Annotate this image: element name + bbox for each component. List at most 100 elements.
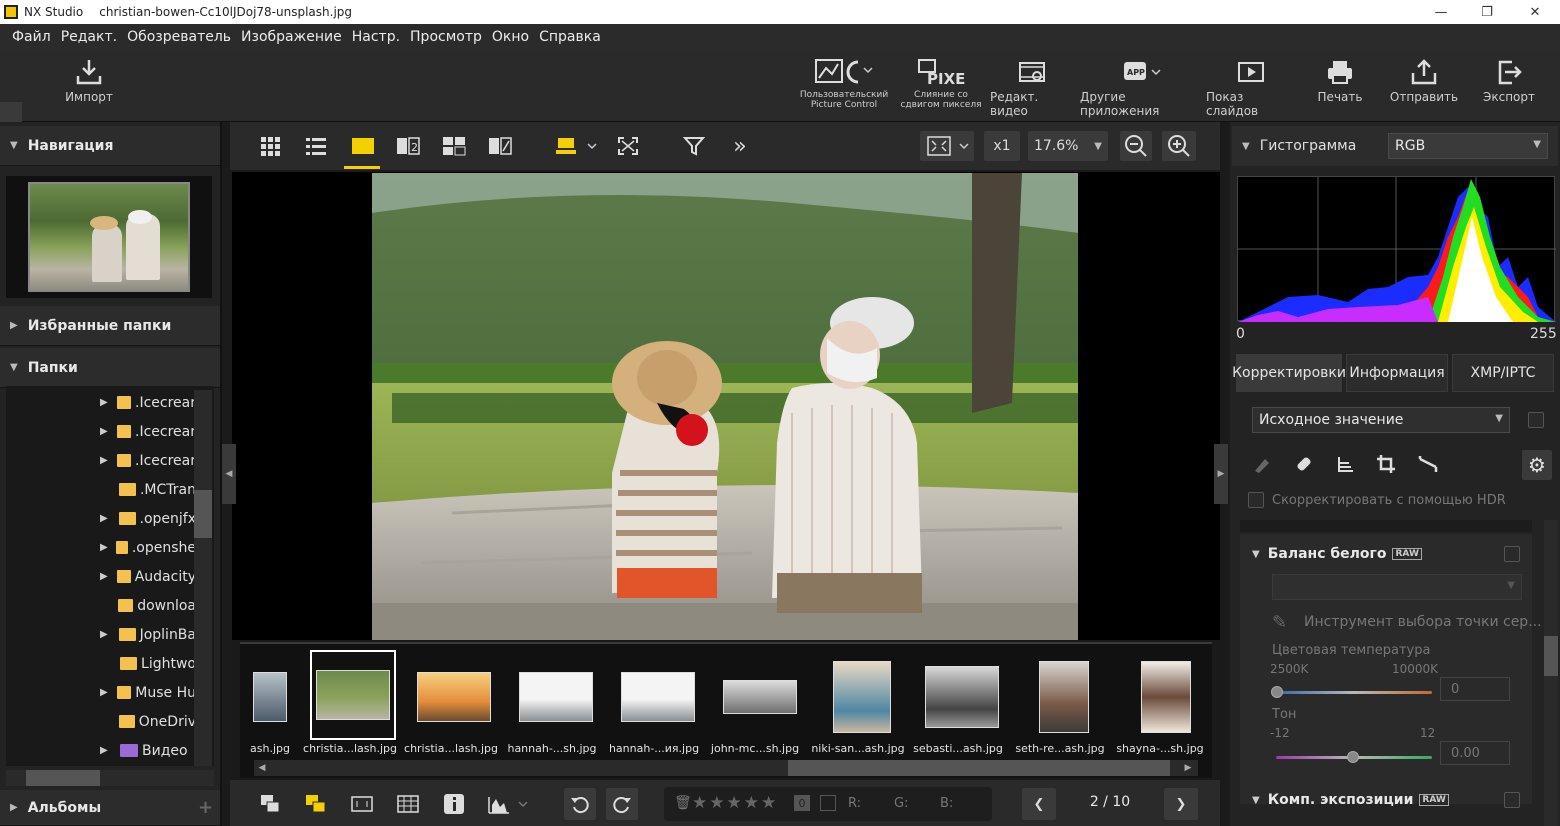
color-temp-input[interactable]: 0 [1440, 677, 1510, 701]
rotate-right-button[interactable] [606, 788, 638, 820]
minimize-button[interactable]: — [1418, 0, 1464, 24]
filter-button[interactable] [680, 132, 708, 160]
single-view-button[interactable] [346, 132, 380, 160]
folder-item[interactable]: ▶ Muse Hu [6, 678, 196, 707]
menu-window[interactable]: Окно [492, 29, 529, 45]
list-view-button[interactable] [302, 132, 330, 160]
straighten-button[interactable] [1332, 450, 1360, 478]
pixel-shift-button[interactable]: PIXEL Слияние со сдвигом пикселя [898, 50, 984, 122]
send-button[interactable]: Отправить [1388, 50, 1460, 122]
exposure-comp-checkbox[interactable] [1504, 792, 1520, 808]
expand-arrow-icon[interactable]: ▶ [100, 397, 111, 408]
scroll-left-icon[interactable]: ◀ [254, 760, 270, 776]
compare-four-button[interactable] [440, 132, 468, 160]
add-album-icon[interactable]: + [198, 797, 213, 818]
crop-button[interactable] [1372, 450, 1400, 478]
menu-file[interactable]: Файл [12, 29, 51, 45]
folder-scroll-thumb[interactable] [194, 490, 212, 538]
filmstrip-thumb[interactable] [514, 654, 598, 740]
eyedropper-icon[interactable]: ✎ [1272, 612, 1287, 633]
prev-image-button[interactable]: ❮ [1022, 788, 1056, 820]
navigation-preview[interactable] [6, 176, 212, 298]
channel-select[interactable]: RGB ▼ [1388, 133, 1548, 159]
maximize-button[interactable]: ❐ [1464, 0, 1510, 24]
folder-item[interactable]: downloa [6, 591, 196, 620]
slideshow-button[interactable]: Показ слайдов [1206, 50, 1296, 122]
expand-arrow-icon[interactable]: ▶ [100, 629, 113, 640]
white-balance-select[interactable]: ▼ [1272, 574, 1522, 600]
filmstrip-thumb-selected[interactable] [310, 650, 396, 740]
print-button[interactable]: Печать [1310, 50, 1370, 122]
retouch-brush-button[interactable] [1248, 450, 1276, 478]
label-zero[interactable]: 0 [794, 795, 810, 811]
expand-arrow-icon[interactable]: ▶ [100, 542, 110, 553]
tone-input[interactable]: 0.00 [1440, 741, 1510, 765]
filmstrip-thumb[interactable] [1022, 654, 1106, 740]
rotate-left-button[interactable] [564, 788, 596, 820]
zoom-in-button[interactable] [1162, 131, 1196, 161]
rating-stars[interactable]: ★★★★★ [692, 793, 778, 813]
grid-view-button[interactable] [256, 132, 284, 160]
eraser-button[interactable] [1290, 450, 1318, 478]
export-button[interactable]: Экспорт [1476, 50, 1542, 122]
filmstrip-thumb[interactable] [920, 654, 1004, 740]
folder-item[interactable]: ▶ .Icecrear [6, 388, 196, 417]
menu-edit[interactable]: Редакт. [61, 29, 117, 45]
menu-settings[interactable]: Настр. [352, 29, 400, 45]
folder-item[interactable]: Lightwo [6, 649, 196, 678]
expand-arrow-icon[interactable]: ▶ [100, 426, 111, 437]
main-photo[interactable] [372, 173, 1078, 640]
tab-info[interactable]: Информация [1346, 354, 1448, 392]
exposure-comp-header[interactable]: ▼ Комп. экспозиции RAW [1244, 784, 1530, 816]
filmstrip-thumb[interactable] [228, 654, 312, 740]
white-balance-checkbox[interactable] [1504, 546, 1520, 562]
actual-size-button[interactable]: x1 [984, 131, 1020, 161]
folder-item[interactable]: .MCTran [6, 475, 196, 504]
filmstrip-scroll-thumb[interactable] [788, 760, 1170, 776]
settings-button[interactable]: ⚙ [1522, 450, 1552, 480]
menu-view[interactable]: Просмотр [410, 29, 482, 45]
filmstrip-thumb[interactable] [616, 654, 700, 740]
preset-checkbox[interactable] [1528, 412, 1544, 428]
color-temp-slider[interactable] [1276, 691, 1432, 694]
menu-help[interactable]: Справка [539, 29, 601, 45]
folder-item[interactable]: OneDriv [6, 707, 196, 736]
stack-button[interactable] [256, 790, 284, 818]
perspective-button[interactable] [1414, 450, 1442, 478]
picture-control-button[interactable]: Пользовательский Picture Control [796, 50, 892, 122]
menu-image[interactable]: Изображение [241, 29, 342, 45]
filmstrip-thumb[interactable] [820, 654, 904, 740]
fit-dropdown[interactable] [920, 131, 974, 161]
zoom-out-button[interactable] [1120, 131, 1152, 161]
before-after-button[interactable] [486, 132, 514, 160]
next-image-button[interactable]: ❯ [1164, 788, 1198, 820]
close-button[interactable]: ✕ [1512, 0, 1558, 24]
folder-item[interactable]: ▶ .openjfx [6, 504, 196, 533]
adjustments-scroll-thumb[interactable] [1544, 636, 1558, 676]
folder-item[interactable]: ▶ .Icecrear [6, 446, 196, 475]
crop-frame-button[interactable] [348, 790, 376, 818]
folder-vertical-scrollbar[interactable] [194, 390, 212, 766]
filmstrip-thumb[interactable] [412, 654, 496, 740]
folder-item[interactable]: ▶ Audacity [6, 562, 196, 591]
folder-hscroll-thumb[interactable] [26, 770, 100, 786]
trash-icon[interactable]: 🗑 [674, 795, 692, 811]
expand-arrow-icon[interactable]: ▶ [100, 745, 114, 756]
hdr-checkbox[interactable] [1248, 492, 1264, 508]
navigation-header[interactable]: ▼ Навигация [0, 126, 220, 166]
info-button[interactable] [440, 790, 468, 818]
scroll-right-icon[interactable]: ▶ [1180, 760, 1196, 776]
folder-item[interactable]: ▶ JoplinBa [6, 620, 196, 649]
expand-arrow-icon[interactable]: ▶ [100, 513, 113, 524]
fullscreen-button[interactable] [614, 132, 642, 160]
expand-arrow-icon[interactable]: ▶ [100, 571, 111, 582]
filmstrip-layout-button[interactable] [552, 132, 600, 160]
edit-video-button[interactable]: Редакт. видео [990, 50, 1074, 122]
grid-overlay-button[interactable] [394, 790, 422, 818]
tone-knob[interactable] [1347, 751, 1359, 763]
toggle-right-panel-button[interactable]: ▶ [1214, 444, 1228, 504]
albums-header[interactable]: ▶ Альбомы + [0, 790, 220, 826]
histogram-overlay-button[interactable] [486, 790, 532, 818]
expand-arrow-icon[interactable]: ▶ [100, 455, 111, 466]
folder-item[interactable]: ▶ .Icecrear [6, 417, 196, 446]
